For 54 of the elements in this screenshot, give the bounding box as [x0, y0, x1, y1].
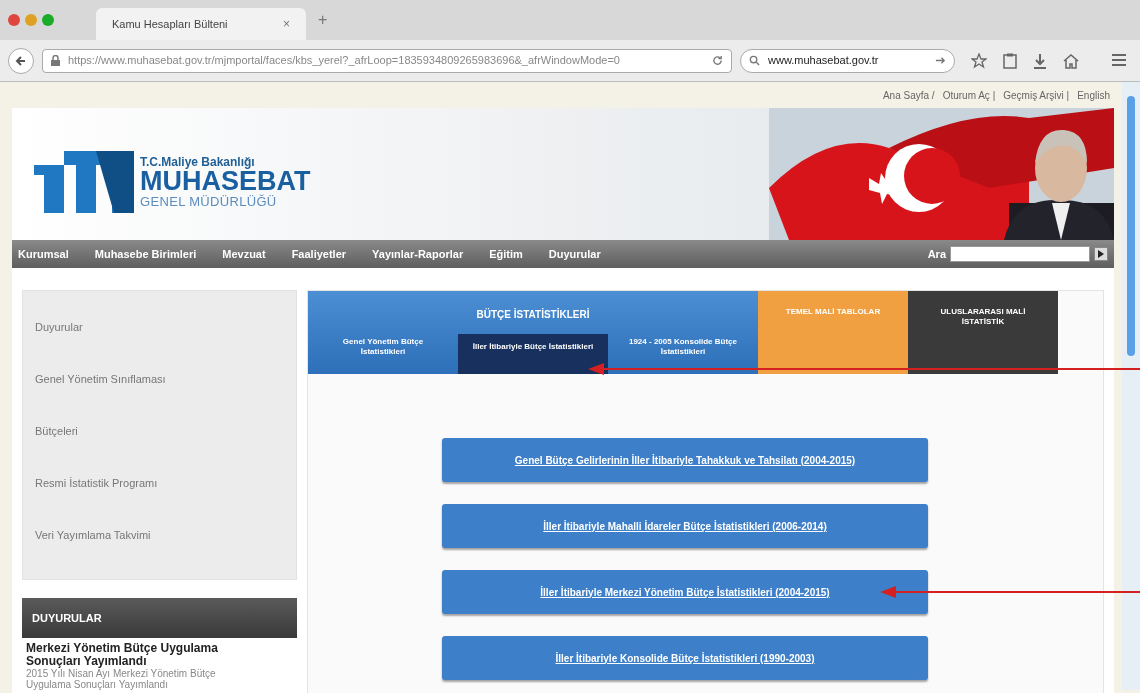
back-icon[interactable] [8, 47, 34, 74]
nav-link[interactable]: Muhasebe Birimleri [94, 245, 197, 263]
sidebar-link[interactable]: Bütçeleri [23, 405, 296, 457]
news-title[interactable]: Merkezi Yönetim Bütçe Uygulama Sonuçları Yayımlandı [22, 642, 252, 668]
nav-link[interactable]: Yayınlar-Raporlar [372, 245, 464, 263]
nav-link[interactable]: Duyurular [548, 245, 601, 263]
sidebar-link[interactable]: Resmi İstatistik Programı [23, 457, 296, 509]
statistics-link-button[interactable]: İller İtibariyle Merkezi Yönetim Bütçe İstatistikleri (2004-2015) [442, 570, 928, 614]
category-tab[interactable]: ULUSLARARASI MALİ İSTATİSTİK [908, 291, 1058, 374]
sidebar-link[interactable]: Veri Yayımlama Takvimi [23, 509, 296, 561]
new-tab-button[interactable]: + [318, 8, 328, 32]
logo-icon [34, 151, 136, 213]
search-submit-button[interactable] [1094, 247, 1108, 261]
tab-group-title: BÜTÇE İSTATİSTİKLERİ [475, 307, 591, 322]
close-tab-button[interactable]: × [283, 15, 290, 33]
top-link[interactable]: English [1077, 87, 1110, 103]
sub-tab[interactable]: İller İtibariyle Bütçe İstatistikleri [458, 334, 608, 374]
menu-icon[interactable] [1111, 52, 1127, 67]
news-summary: 2015 Yılı Nisan Ayı Merkezi Yönetim Bütçe Uygulama Sonuçları Yayımlandı [25, 668, 217, 690]
nav-link[interactable]: Faaliyetler [291, 245, 347, 263]
address-bar[interactable]: https://www.muhasebat.gov.tr/mjmportal/faces/kbs_yerel?_afrLoop=1835934809265983696&_afrWindowMode=0 [42, 48, 732, 73]
logo-title: MUHASEBAT [140, 168, 311, 195]
news-header: DUYURULAR [22, 598, 297, 638]
ministry-name: T.C.Maliye Bakanlığı [140, 156, 256, 168]
scrollbar-thumb[interactable] [1127, 96, 1135, 356]
download-icon[interactable] [1033, 52, 1047, 69]
top-link[interactable]: Geçmiş Arşivi | [1003, 87, 1070, 103]
logo-subtitle: GENEL MÜDÜRLÜĞÜ [140, 195, 278, 208]
sub-tab[interactable]: 1924 - 2005 Konsolide Bütçe İstatistikleri [608, 334, 758, 374]
browser-tab[interactable]: Kamu Hesapları Bülteni × [96, 8, 306, 40]
sidebar-link[interactable]: Genel Yönetim Sınıflaması [23, 353, 296, 405]
statistics-link-button[interactable]: İller İtibariyle Konsolide Bütçe İstatistikleri (1990-2003) [442, 636, 928, 680]
lock-icon [51, 55, 60, 66]
nav-link[interactable]: Kurumsal [18, 245, 69, 263]
search-label: Ara [927, 246, 946, 262]
reload-icon[interactable] [712, 55, 723, 66]
search-icon [749, 55, 760, 66]
go-arrow-icon[interactable] [935, 55, 946, 66]
sidebar-link[interactable]: Duyurular [23, 301, 296, 353]
search-field[interactable]: www.muhasebat.gov.tr [740, 48, 955, 73]
scrollbar[interactable] [1122, 82, 1140, 690]
clipboard-icon[interactable] [1003, 52, 1017, 69]
statistics-link-button[interactable]: İller İtibariyle Mahalli İdareler Bütçe İstatistikleri (2006-2014) [442, 504, 928, 548]
home-icon[interactable] [1063, 52, 1079, 69]
site-search-field[interactable] [950, 246, 1090, 262]
sub-tab[interactable]: Genel Yönetim Bütçe İstatistikleri [308, 334, 458, 374]
triangle-icon [1098, 250, 1104, 258]
top-link[interactable]: Oturum Aç | [942, 87, 996, 103]
statistics-link-button[interactable]: Genel Bütçe Gelirlerinin İller İtibariyle Tahakkuk ve Tahsilatı (2004-2015) [442, 438, 928, 482]
close-window-icon[interactable] [8, 14, 20, 26]
nav-link[interactable]: Eğitim [489, 245, 523, 263]
nav-link[interactable]: Mevzuat [222, 245, 266, 263]
top-link[interactable]: Ana Sayfa / [882, 87, 935, 103]
star-icon[interactable] [971, 52, 987, 69]
